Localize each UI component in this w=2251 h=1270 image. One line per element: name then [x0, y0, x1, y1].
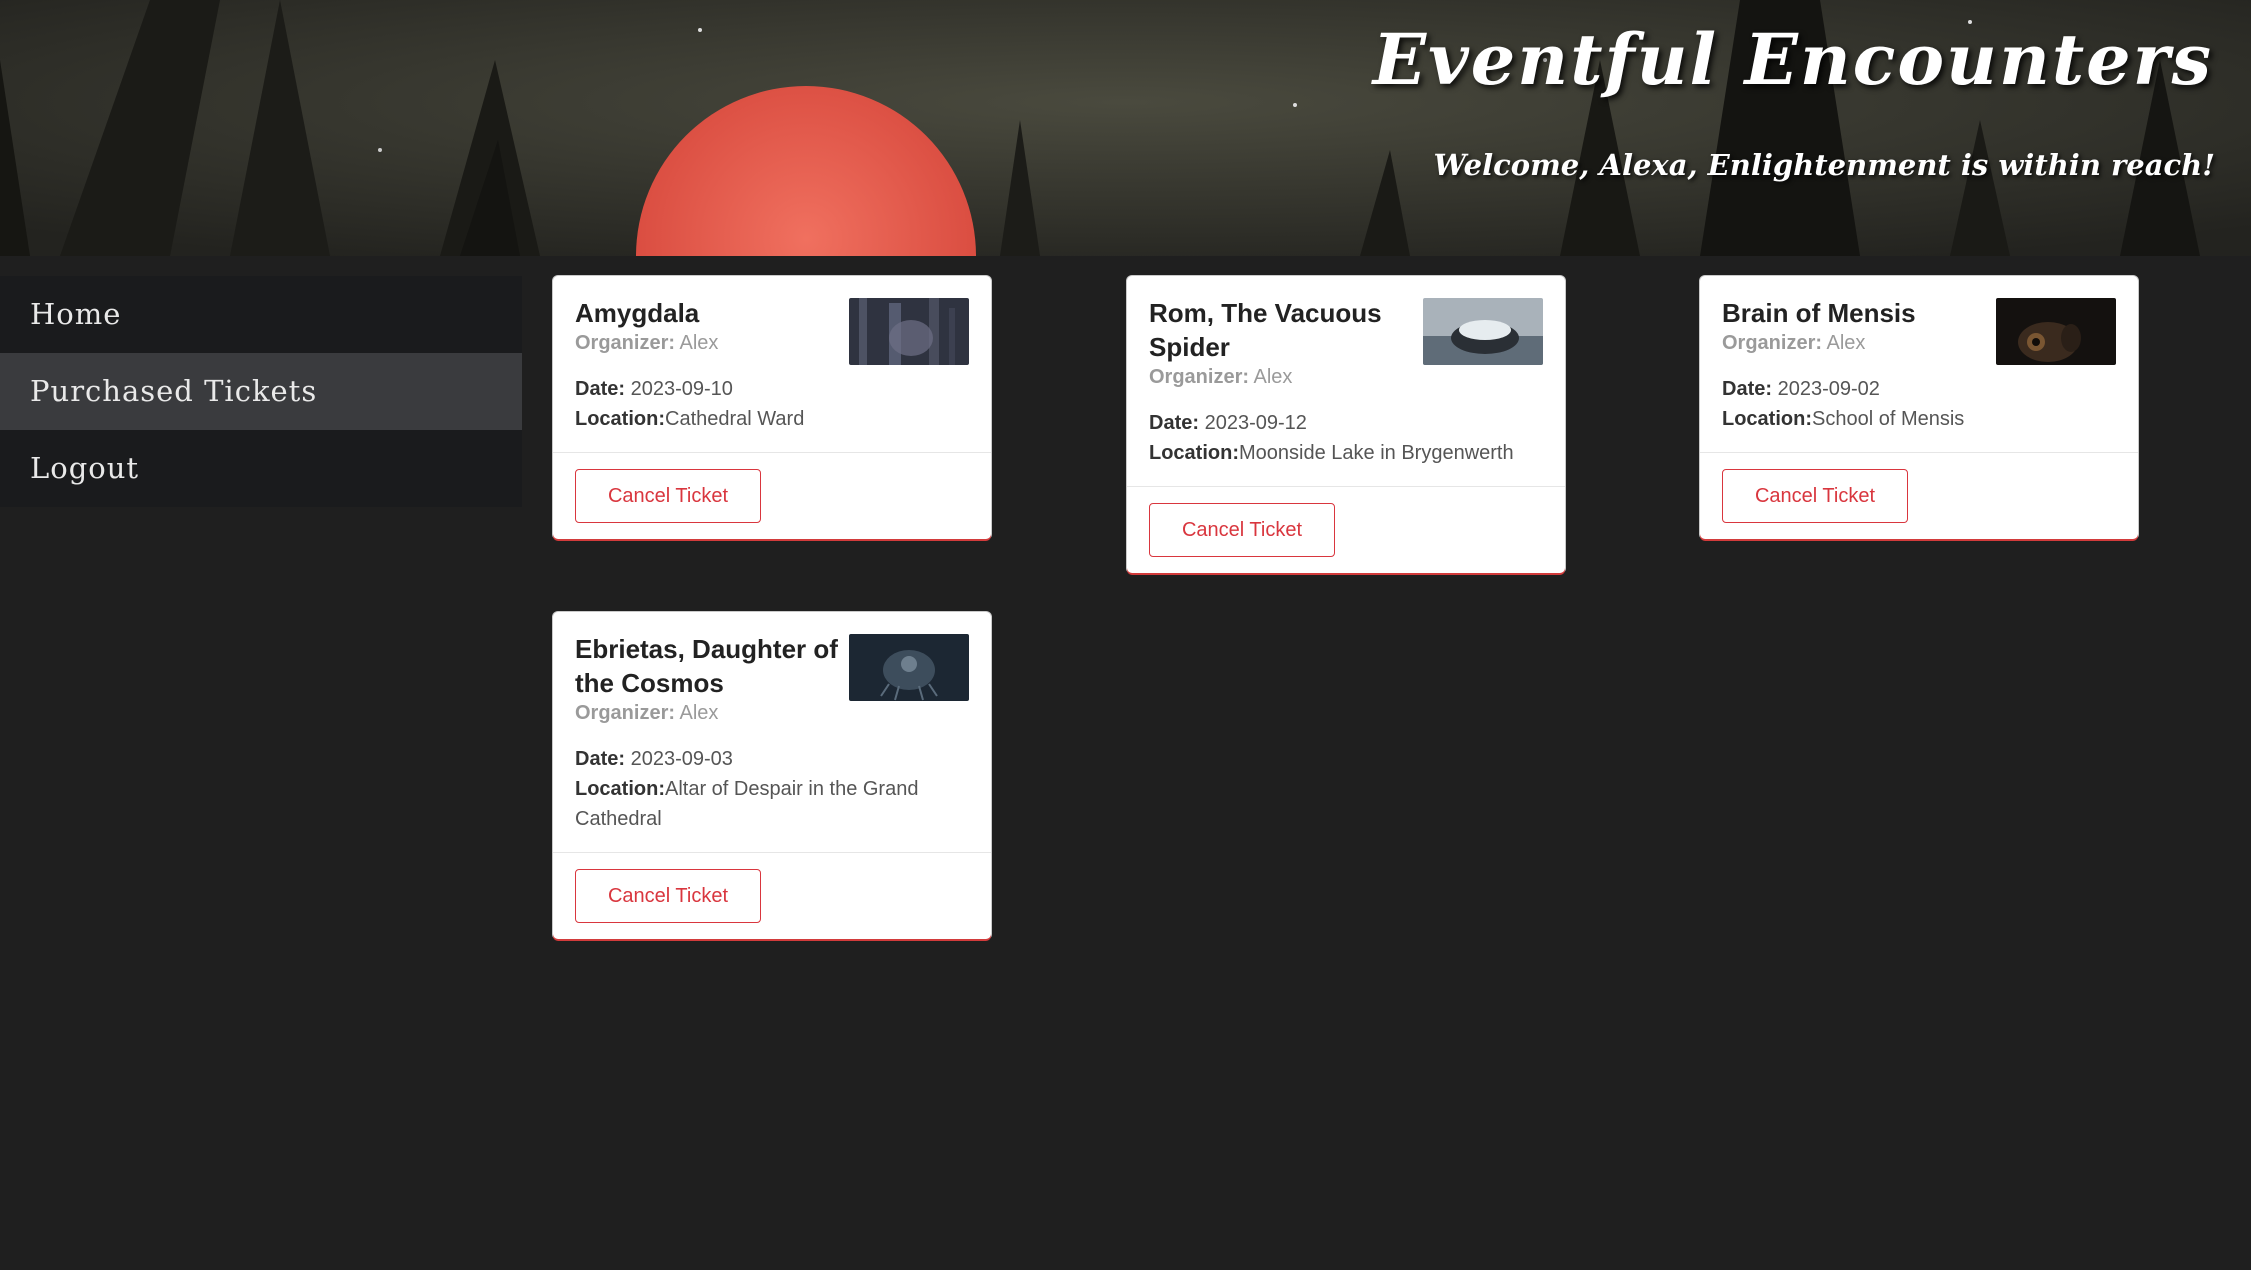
- organizer-line: Organizer: Alex: [1149, 364, 1543, 390]
- date-line: Date: 2023-09-12: [1149, 408, 1543, 438]
- header-banner: Eventful Encounters Welcome, Alexa, Enli…: [0, 0, 2251, 256]
- organizer-value: Alex: [679, 702, 719, 724]
- organizer-value: Alex: [679, 332, 719, 354]
- cancel-ticket-button[interactable]: Cancel Ticket: [1722, 469, 1908, 523]
- date-line: Date: 2023-09-02: [1722, 374, 2116, 404]
- date-label: Date:: [1149, 412, 1200, 434]
- event-title: Ebrietas, Daughter of the Cosmos: [575, 634, 838, 698]
- card-body: Ebrietas, Daughter of the Cosmos Organiz…: [553, 612, 991, 853]
- ticket-card: Rom, The Vacuous Spider Organizer: Alex …: [1127, 276, 1565, 573]
- date-label: Date:: [1722, 378, 1773, 400]
- sidebar-nav: Home Purchased Tickets Logout: [0, 276, 522, 507]
- card-body: Amygdala Organizer: Alex Date: 2023-09-1…: [553, 276, 991, 453]
- organizer-label: Organizer:: [575, 702, 676, 724]
- organizer-label: Organizer:: [1722, 332, 1823, 354]
- organizer-value: Alex: [1826, 332, 1866, 354]
- rom-thumbnail-icon: [1423, 298, 1543, 365]
- sidebar-item-purchased-tickets[interactable]: Purchased Tickets: [0, 353, 522, 430]
- location-line: Location:School of Mensis: [1722, 404, 2116, 434]
- card-body: Brain of Mensis Organizer: Alex Date: 20…: [1700, 276, 2138, 453]
- organizer-label: Organizer:: [1149, 366, 1250, 388]
- date-value: 2023-09-10: [630, 378, 733, 400]
- location-label: Location:: [575, 408, 665, 430]
- card-body: Rom, The Vacuous Spider Organizer: Alex …: [1127, 276, 1565, 487]
- organizer-value: Alex: [1253, 366, 1293, 388]
- card-footer: Cancel Ticket: [1127, 487, 1565, 573]
- date-line: Date: 2023-09-03: [575, 744, 969, 774]
- event-title: Brain of Mensis: [1722, 298, 1916, 328]
- welcome-message: Welcome, Alexa, Enlightenment is within …: [1433, 148, 2215, 182]
- date-value: 2023-09-03: [630, 748, 733, 770]
- location-line: Location:Altar of Despair in the Grand C…: [575, 774, 955, 834]
- event-title: Rom, The Vacuous Spider: [1149, 298, 1382, 362]
- date-value: 2023-09-02: [1777, 378, 1880, 400]
- cancel-ticket-button[interactable]: Cancel Ticket: [575, 469, 761, 523]
- date-value: 2023-09-12: [1204, 412, 1307, 434]
- location-label: Location:: [575, 778, 665, 800]
- location-value: School of Mensis: [1812, 408, 1965, 430]
- ticket-card: Ebrietas, Daughter of the Cosmos Organiz…: [553, 612, 991, 939]
- card-footer: Cancel Ticket: [1700, 453, 2138, 539]
- location-value: Moonside Lake in Brygenwerth: [1239, 442, 1514, 464]
- location-line: Location:Cathedral Ward: [575, 404, 969, 434]
- card-footer: Cancel Ticket: [553, 453, 991, 539]
- sidebar-item-logout[interactable]: Logout: [0, 430, 522, 507]
- organizer-label: Organizer:: [575, 332, 676, 354]
- location-value: Cathedral Ward: [665, 408, 805, 430]
- location-label: Location:: [1722, 408, 1812, 430]
- ticket-card: Brain of Mensis Organizer: Alex Date: 20…: [1700, 276, 2138, 539]
- site-title: Eventful Encounters: [1372, 18, 2213, 101]
- card-footer: Cancel Ticket: [553, 853, 991, 939]
- sidebar-item-home[interactable]: Home: [0, 276, 522, 353]
- cancel-ticket-button[interactable]: Cancel Ticket: [1149, 503, 1335, 557]
- organizer-line: Organizer: Alex: [575, 700, 969, 726]
- cancel-ticket-button[interactable]: Cancel Ticket: [575, 869, 761, 923]
- mensis-thumbnail-icon: [1996, 298, 2116, 365]
- date-label: Date:: [575, 748, 626, 770]
- date-label: Date:: [575, 378, 626, 400]
- location-line: Location:Moonside Lake in Brygenwerth: [1149, 438, 1543, 468]
- location-label: Location:: [1149, 442, 1239, 464]
- date-line: Date: 2023-09-10: [575, 374, 969, 404]
- event-title: Amygdala: [575, 298, 700, 328]
- ticket-card: Amygdala Organizer: Alex Date: 2023-09-1…: [553, 276, 991, 539]
- amygdala-thumbnail-icon: [849, 298, 969, 365]
- ebrietas-thumbnail-icon: [849, 634, 969, 701]
